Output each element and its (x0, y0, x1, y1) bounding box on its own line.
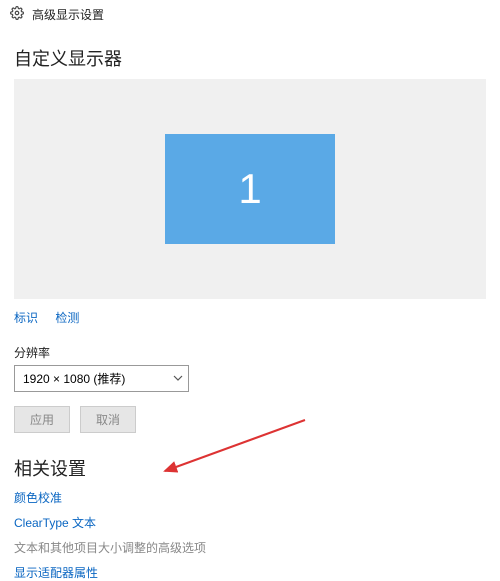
identify-link[interactable]: 标识 (14, 311, 38, 325)
section-customize-heading: 自定义显示器 (14, 45, 486, 71)
detect-link[interactable]: 检测 (55, 311, 79, 325)
resolution-select[interactable]: 1920 × 1080 (推荐) (14, 365, 189, 392)
color-calibration-link[interactable]: 颜色校准 (14, 489, 486, 506)
cancel-button: 取消 (80, 406, 136, 433)
window-title: 高级显示设置 (32, 6, 104, 23)
titlebar: 高级显示设置 (0, 0, 500, 29)
gear-icon (10, 6, 24, 23)
monitor-arrangement-area[interactable]: 1 (14, 79, 486, 299)
monitor-number: 1 (238, 165, 261, 213)
resolution-label: 分辨率 (14, 344, 486, 361)
apply-button: 应用 (14, 406, 70, 433)
adapter-properties-link[interactable]: 显示适配器属性 (14, 564, 486, 581)
monitor-tile-1[interactable]: 1 (165, 134, 335, 244)
section-related-heading: 相关设置 (14, 455, 486, 481)
text-sizing-link[interactable]: 文本和其他项目大小调整的高级选项 (14, 539, 486, 556)
